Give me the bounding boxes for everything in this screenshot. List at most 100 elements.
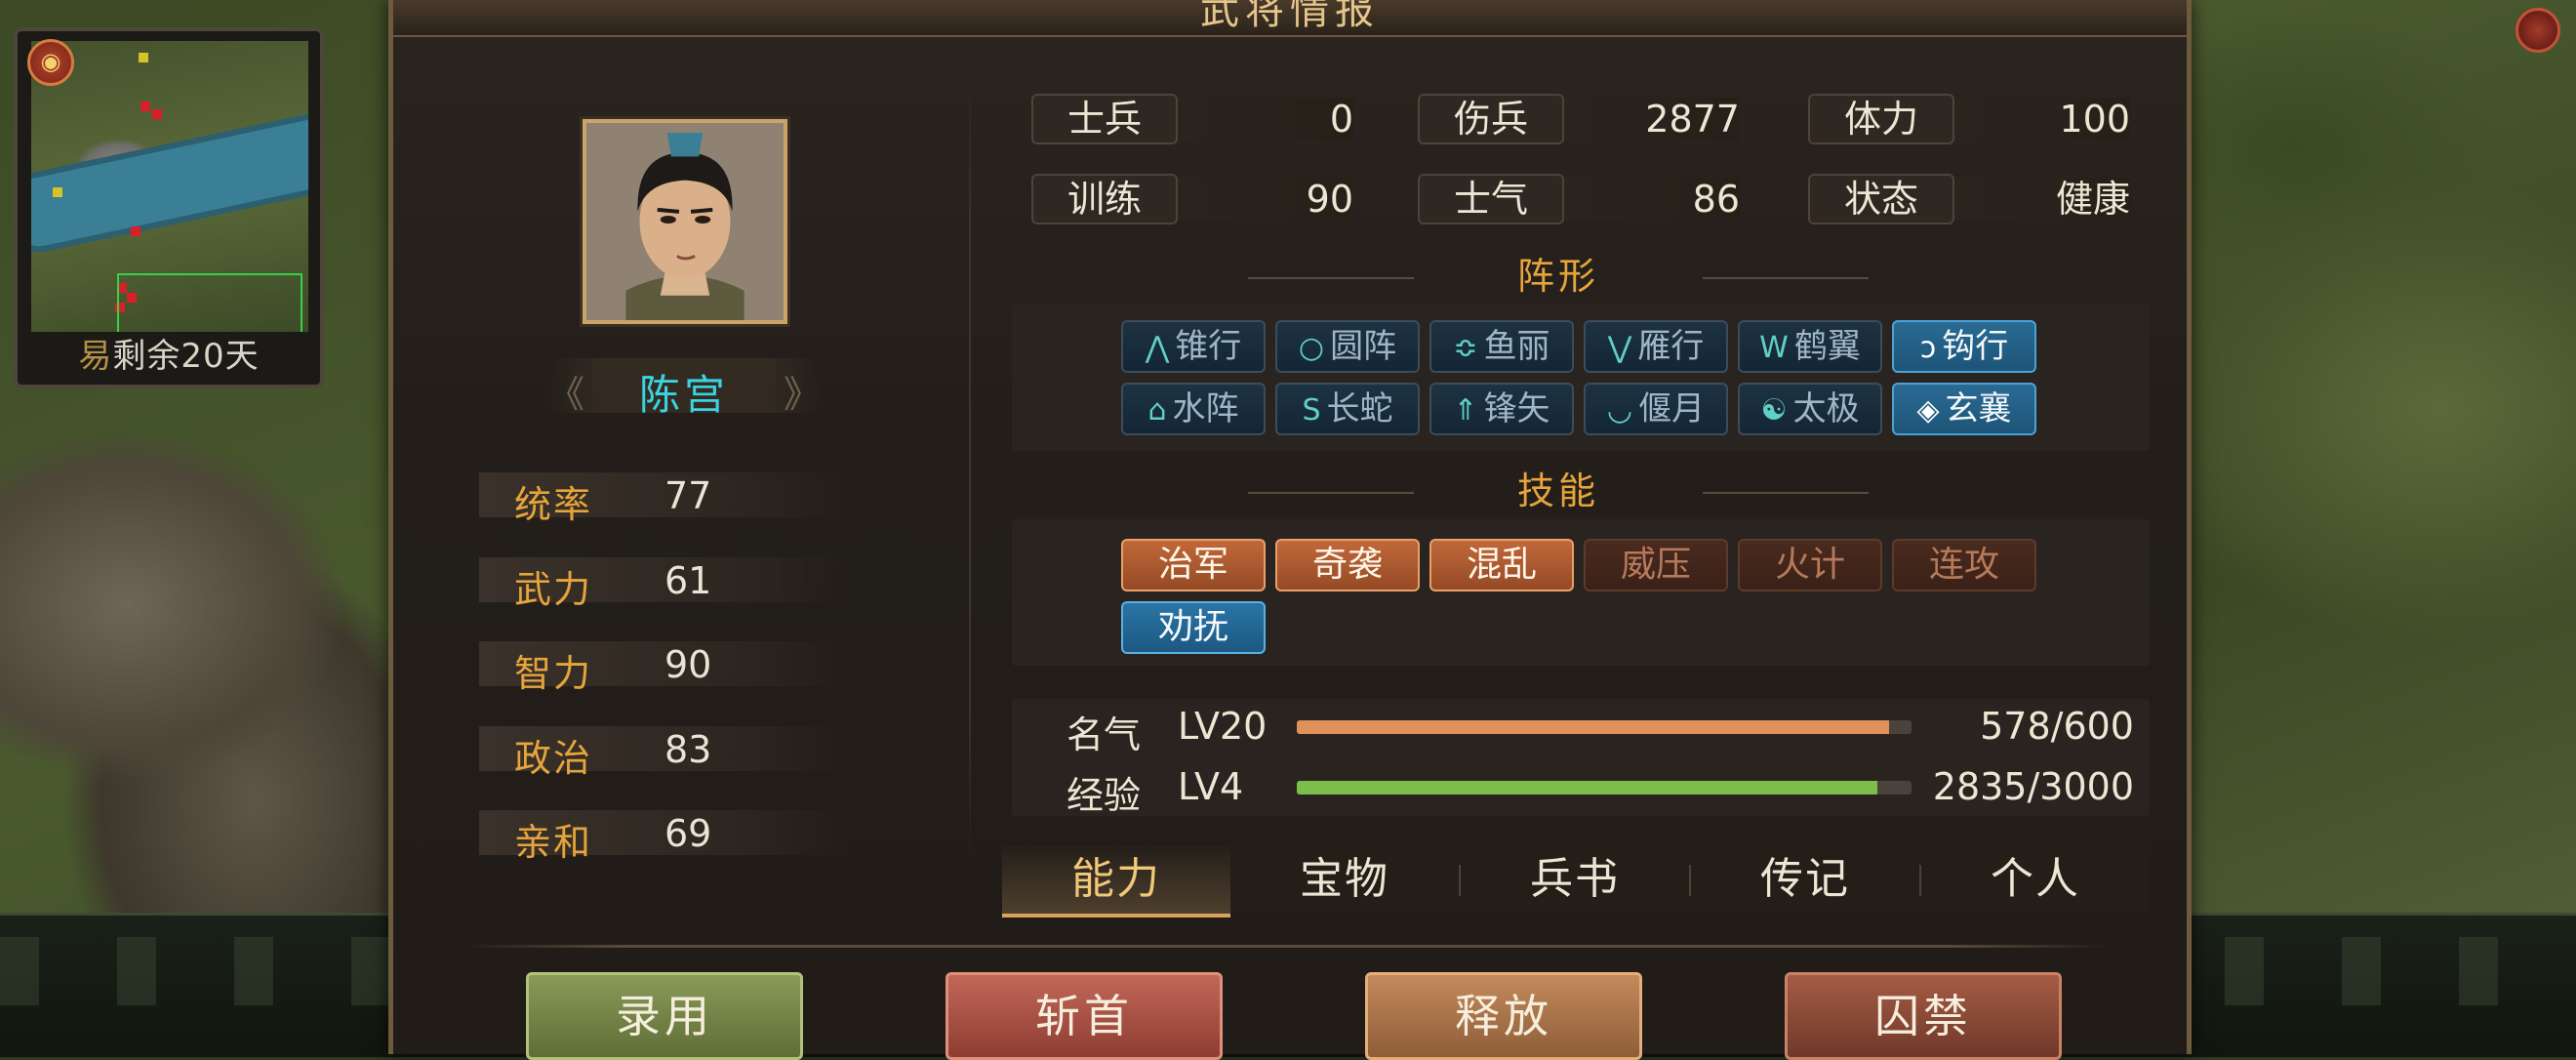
- tab-personal[interactable]: 个人: [1921, 845, 2150, 914]
- attr-label: 政治: [514, 737, 593, 780]
- attr-row-leadership: 统率 77: [479, 472, 850, 526]
- crane-wing-icon: W: [1759, 331, 1789, 365]
- stat-training: 训练 90: [1031, 174, 1353, 224]
- v-shape-icon: ⋁: [1607, 331, 1632, 365]
- portrait-image: [586, 123, 784, 320]
- stat-value: 90: [1306, 178, 1353, 221]
- formation-button[interactable]: ◈ 玄襄: [1892, 383, 2036, 435]
- formation-label: 锥行: [1175, 327, 1242, 366]
- attr-row-strength: 武力 61: [479, 557, 850, 611]
- general-name: 陈宫: [638, 371, 729, 419]
- fame-progress-row: 名气 LV20 578/600: [1012, 701, 2150, 759]
- attr-label: 武力: [514, 568, 593, 611]
- circle-icon: ○: [1298, 331, 1325, 365]
- formation-label: 鱼丽: [1483, 327, 1550, 366]
- fame-progress-bar: [1297, 720, 1912, 734]
- name-plate: 《 陈宫 》: [547, 358, 821, 419]
- skills-heading: 技能: [1004, 467, 2113, 515]
- skill-button[interactable]: 奇袭: [1275, 539, 1420, 591]
- formation-button[interactable]: ⇑ 锋矢: [1429, 383, 1574, 435]
- formation-button[interactable]: S 长蛇: [1275, 383, 1420, 435]
- attr-row-politics: 政治 83: [479, 726, 850, 780]
- minimap-river: [31, 112, 308, 253]
- progress-value: 578/600: [1980, 705, 2134, 748]
- next-general-icon[interactable]: 》: [784, 364, 821, 418]
- stat-value: 86: [1692, 178, 1740, 221]
- stat-label: 士气: [1418, 174, 1564, 224]
- skill-button[interactable]: 混乱: [1429, 539, 1574, 591]
- stat-soldiers: 士兵 0: [1031, 94, 1353, 144]
- stat-stamina: 体力 100: [1808, 94, 2130, 144]
- progress-level: LV20: [1178, 705, 1268, 748]
- stat-label: 训练: [1031, 174, 1178, 224]
- skill-button[interactable]: 治军: [1121, 539, 1266, 591]
- arrow-up-icon: ⇑: [1453, 393, 1478, 428]
- recruit-button[interactable]: 录用: [526, 972, 803, 1060]
- general-info-panel: 武将情报 《 陈宫 》 统率 77 武力 61 智力 90 政治 83 亲和 6…: [388, 0, 2192, 1060]
- stat-condition: 状态 健康: [1808, 174, 2130, 224]
- general-portrait: [583, 119, 787, 324]
- formation-button[interactable]: W 鹤翼: [1738, 320, 1882, 373]
- skill-button[interactable]: 连攻: [1892, 539, 2036, 591]
- attr-label: 亲和: [514, 821, 593, 864]
- minimap-marker: [131, 226, 141, 236]
- attr-row-charisma: 亲和 69: [479, 810, 850, 864]
- formation-label: 偃月: [1638, 389, 1706, 428]
- formation-label: 太极: [1792, 389, 1860, 428]
- formation-button[interactable]: ⌂ 水阵: [1121, 383, 1266, 435]
- progress-fill: [1297, 781, 1878, 795]
- formation-label: 圆阵: [1330, 327, 1397, 366]
- bottom-divider: [463, 945, 2111, 948]
- formation-label: 钩行: [1942, 327, 2009, 366]
- panel-title: 武将情报: [1200, 0, 1380, 33]
- formation-button[interactable]: ⋀ 锥行: [1121, 320, 1266, 373]
- stat-value: 0: [1329, 98, 1353, 141]
- progress-level: LV4: [1178, 765, 1244, 808]
- progress-fill: [1297, 720, 1889, 734]
- minimap-marker: [53, 187, 62, 197]
- behead-button[interactable]: 斩首: [946, 972, 1223, 1060]
- skill-button[interactable]: 威压: [1584, 539, 1728, 591]
- attr-value: 69: [664, 812, 712, 855]
- fish-scale-icon: ≎: [1453, 331, 1478, 365]
- minimap-marker: [152, 109, 162, 119]
- attr-label: 智力: [514, 652, 593, 695]
- formation-button[interactable]: ≎ 鱼丽: [1429, 320, 1574, 373]
- skill-button[interactable]: 劝抚: [1121, 601, 1266, 654]
- skill-button[interactable]: 火计: [1738, 539, 1882, 591]
- stat-label: 士兵: [1031, 94, 1178, 144]
- minimap[interactable]: ◉ 易剩余20天: [14, 27, 324, 388]
- minimap-mark: 易: [78, 337, 113, 376]
- column-divider: [969, 78, 971, 859]
- attr-value: 90: [664, 643, 712, 686]
- formation-label: 水阵: [1172, 389, 1239, 428]
- menu-emblem-icon[interactable]: [2516, 8, 2560, 53]
- stat-value: 健康: [2055, 178, 2130, 221]
- diamond-icon: ◈: [1916, 393, 1940, 428]
- formation-label: 锋矢: [1483, 389, 1550, 428]
- tab-military-books[interactable]: 兵书: [1461, 845, 1689, 914]
- minimap-view[interactable]: [31, 41, 308, 332]
- taiji-icon: ☯: [1760, 393, 1788, 428]
- formation-button[interactable]: ⋁ 雁行: [1584, 320, 1728, 373]
- days-remaining: 剩余20天: [112, 337, 260, 376]
- water-icon: ⌂: [1147, 393, 1167, 428]
- formation-button[interactable]: ☯ 太极: [1738, 383, 1882, 435]
- formation-label: 长蛇: [1326, 389, 1393, 428]
- stat-wounded: 伤兵 2877: [1418, 94, 1740, 144]
- arrowhead-icon: ⋀: [1145, 331, 1170, 365]
- formation-button[interactable]: ○ 圆阵: [1275, 320, 1420, 373]
- tab-treasure[interactable]: 宝物: [1230, 845, 1459, 914]
- formation-button[interactable]: ↄ 钩行: [1892, 320, 2036, 373]
- tab-ability[interactable]: 能力: [1002, 845, 1230, 917]
- stat-label: 伤兵: [1418, 94, 1564, 144]
- crescent-icon: ◡: [1606, 393, 1633, 428]
- formation-label: 玄襄: [1945, 389, 2012, 428]
- faction-seal-icon[interactable]: ◉: [27, 39, 74, 86]
- release-button[interactable]: 释放: [1365, 972, 1642, 1060]
- tab-biography[interactable]: 传记: [1691, 845, 1919, 914]
- formation-button[interactable]: ◡ 偃月: [1584, 383, 1728, 435]
- imprison-button[interactable]: 囚禁: [1785, 972, 2062, 1060]
- formation-label: 雁行: [1637, 327, 1705, 366]
- formation-heading: 阵形: [1004, 252, 2113, 301]
